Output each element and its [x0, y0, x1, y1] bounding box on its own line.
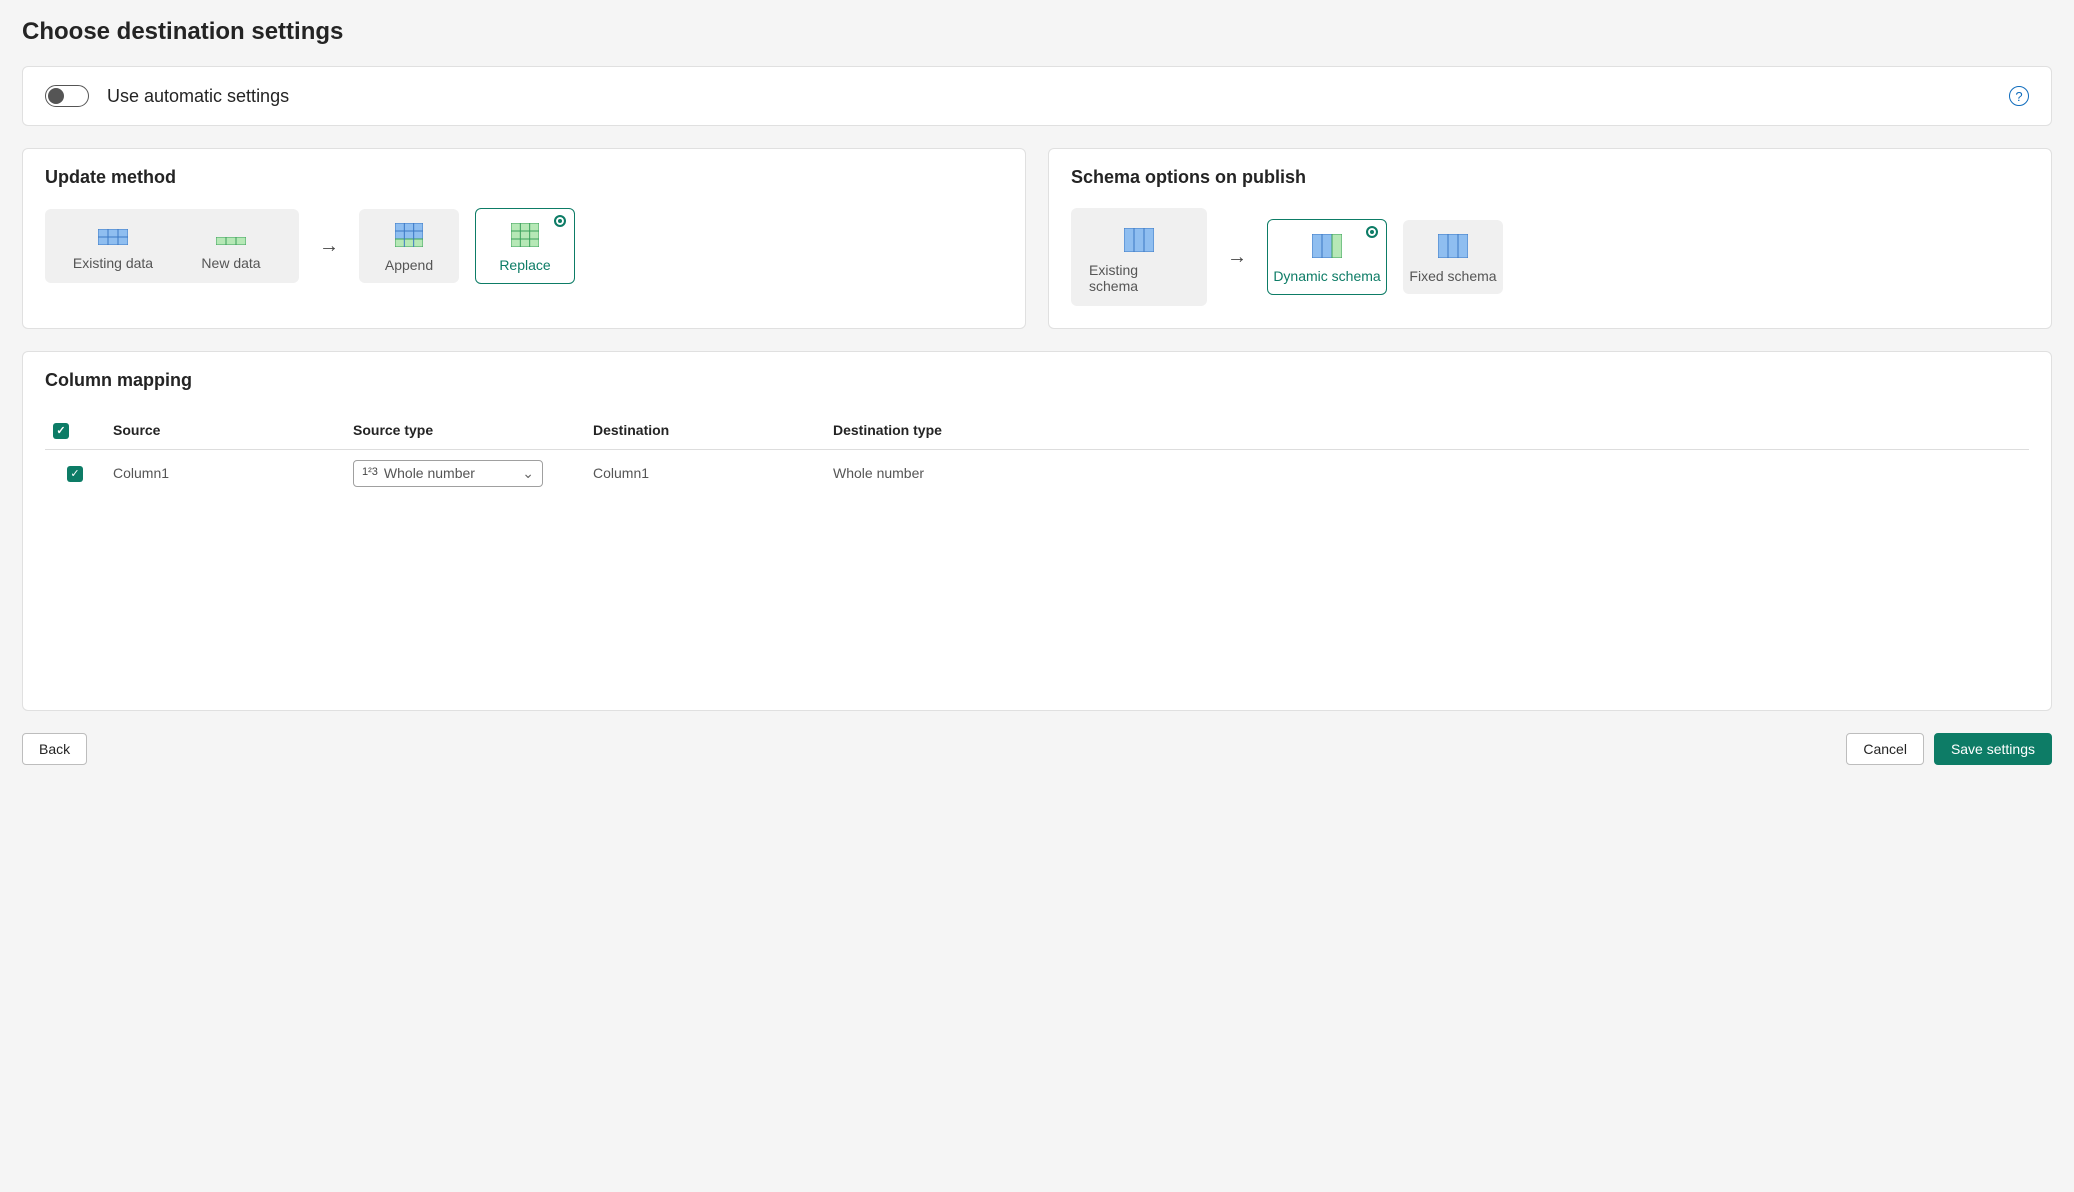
- existing-schema-tile: Existing schema: [1089, 220, 1189, 294]
- fixed-schema-icon: [1438, 234, 1468, 258]
- update-method-title: Update method: [45, 167, 1003, 188]
- new-data-tile: New data: [181, 229, 281, 271]
- fixed-schema-option[interactable]: Fixed schema: [1403, 220, 1503, 294]
- existing-schema-icon: [1124, 228, 1154, 252]
- existing-schema-label: Existing schema: [1089, 262, 1189, 294]
- schema-options-title: Schema options on publish: [1071, 167, 2029, 188]
- header-destination: Destination: [585, 411, 825, 449]
- footer: Back Cancel Save settings: [22, 733, 2052, 765]
- row-destination-type: Whole number: [825, 449, 2029, 497]
- fixed-schema-label: Fixed schema: [1409, 268, 1496, 284]
- existing-new-group: Existing data New data: [45, 209, 299, 283]
- dynamic-schema-label: Dynamic schema: [1273, 268, 1380, 284]
- existing-data-icon: [98, 229, 128, 245]
- source-type-select[interactable]: 1²3 Whole number ⌄: [353, 460, 543, 487]
- header-source-type: Source type: [345, 411, 585, 449]
- dynamic-schema-icon: [1312, 234, 1342, 258]
- replace-icon: [511, 223, 539, 247]
- replace-radio-icon: [554, 215, 566, 227]
- back-button[interactable]: Back: [22, 733, 87, 765]
- row-destination: Column1: [585, 449, 825, 497]
- existing-schema-group: Existing schema: [1071, 208, 1207, 306]
- schema-options-card: Schema options on publish Existing schem…: [1048, 148, 2052, 329]
- replace-label: Replace: [499, 257, 550, 273]
- column-mapping-table: ✓ Source Source type Destination Destina…: [45, 411, 2029, 497]
- append-option[interactable]: Append: [359, 209, 459, 283]
- row-source: Column1: [105, 449, 345, 497]
- chevron-down-icon: ⌄: [522, 465, 534, 482]
- toggle-knob: [48, 88, 64, 104]
- header-source: Source: [105, 411, 345, 449]
- column-mapping-title: Column mapping: [45, 370, 2029, 391]
- table-row: ✓ Column1 1²3 Whole number ⌄ Column1 Who…: [45, 449, 2029, 497]
- auto-settings-toggle[interactable]: [45, 85, 89, 107]
- auto-settings-label: Use automatic settings: [107, 86, 289, 107]
- arrow-icon: →: [315, 235, 343, 258]
- replace-option[interactable]: Replace: [475, 208, 575, 284]
- dynamic-radio-icon: [1366, 226, 1378, 238]
- dynamic-schema-option[interactable]: Dynamic schema: [1267, 219, 1387, 295]
- new-data-label: New data: [201, 255, 260, 271]
- existing-data-tile: Existing data: [63, 221, 163, 271]
- select-all-checkbox[interactable]: ✓: [53, 423, 69, 439]
- arrow-icon: →: [1223, 246, 1251, 269]
- help-icon[interactable]: ?: [2009, 86, 2029, 106]
- new-data-icon: [216, 237, 246, 245]
- update-method-card: Update method Existing data: [22, 148, 1026, 329]
- column-mapping-card: Column mapping ✓ Source Source type Dest…: [22, 351, 2052, 711]
- auto-settings-card: Use automatic settings ?: [22, 66, 2052, 126]
- save-settings-button[interactable]: Save settings: [1934, 733, 2052, 765]
- number-type-icon: 1²3: [362, 466, 378, 478]
- page-title: Choose destination settings: [22, 18, 2052, 46]
- append-label: Append: [385, 257, 433, 273]
- existing-data-label: Existing data: [73, 255, 153, 271]
- source-type-value: Whole number: [384, 465, 475, 481]
- row-checkbox[interactable]: ✓: [67, 466, 83, 482]
- cancel-button[interactable]: Cancel: [1846, 733, 1924, 765]
- append-icon: [395, 223, 423, 247]
- header-destination-type: Destination type: [825, 411, 2029, 449]
